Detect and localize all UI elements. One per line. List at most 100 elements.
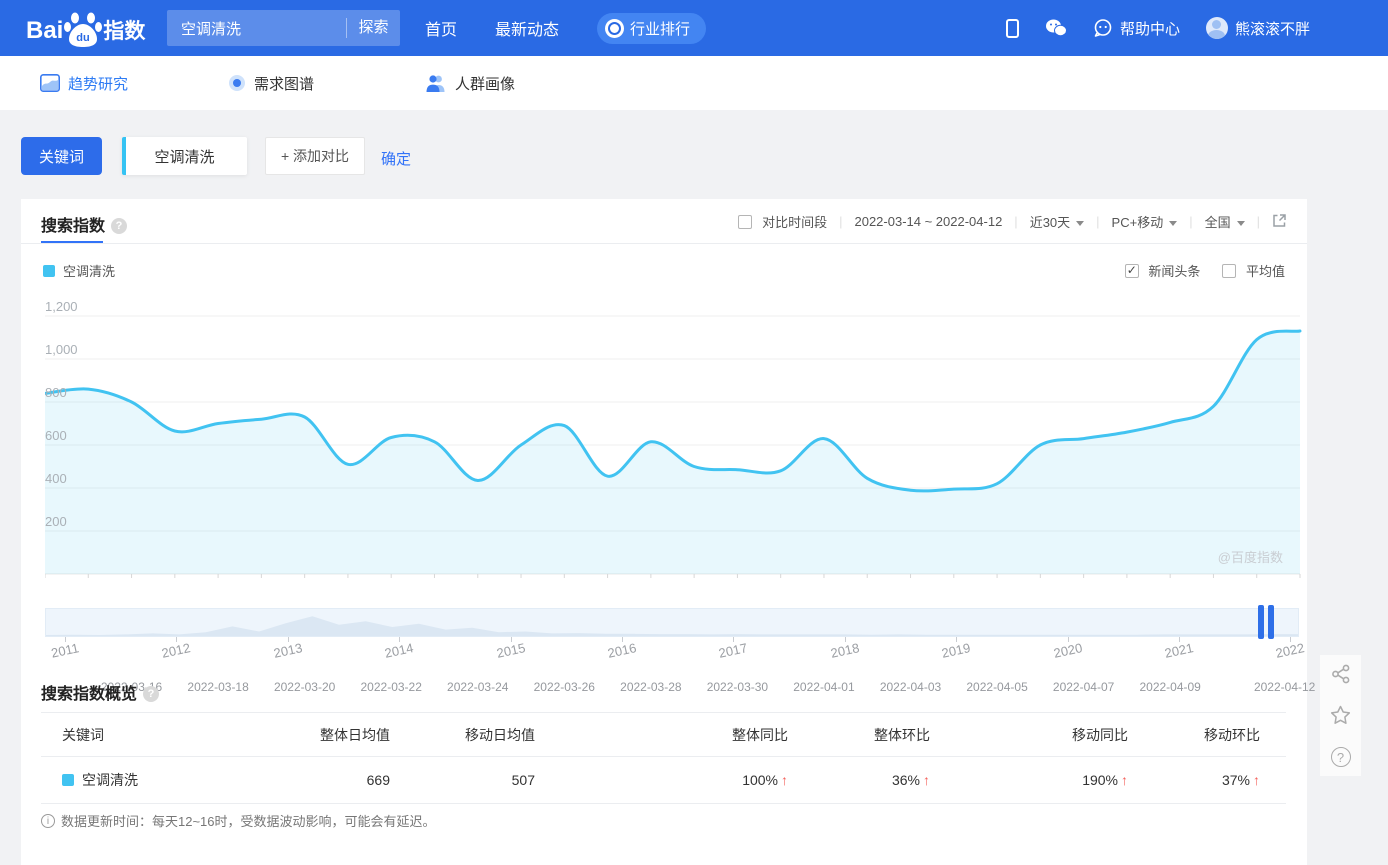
value-cell: 37% ↑ (1221, 772, 1260, 788)
nav-industry-rank-label: 行业排行 (630, 20, 691, 38)
phone-icon (1005, 18, 1019, 38)
share-icon (1331, 664, 1349, 684)
x-tick-label: 2022-04-09 (1139, 680, 1201, 694)
column-header: 移动日均值 (465, 726, 535, 743)
chevron-down-icon (1236, 221, 1245, 226)
timeline-year-label: 2020 (1051, 640, 1084, 661)
legend-color-swatch (43, 264, 55, 277)
top-header-bar: Bai du 指数 空调清洗 探索 首页 最新动态 行业排行 帮助中心 熊滚滚不… (0, 0, 1388, 56)
help-center-button[interactable]: 帮助中心 (1093, 18, 1180, 39)
keyword-cell: 空调清洗 (41, 770, 247, 790)
y-tick-label: 800 (45, 385, 67, 400)
table-row[interactable]: 空调清洗 669 507 100% ↑ 36% ↑ 190% ↑ 37% ↑ (41, 757, 1286, 804)
x-tick-label: 2022-04-12 (1253, 680, 1316, 694)
wechat-button[interactable] (1045, 19, 1067, 37)
overview-help-icon[interactable]: ? (143, 686, 160, 702)
timeline-year-label: 2011 (49, 640, 81, 661)
x-tick-label: 2022-03-30 (706, 680, 769, 694)
timeline-year-label: 2012 (160, 640, 193, 661)
baidu-paw-icon: du (64, 12, 103, 47)
search-box[interactable]: 空调清洗 探索 (167, 10, 400, 46)
column-header: 整体日均值 (320, 726, 390, 743)
help-center-label: 帮助中心 (1119, 20, 1180, 38)
timeline-spark-chart (46, 616, 1298, 636)
compare-period-checkbox[interactable]: 对比时间段 (738, 212, 827, 231)
column-header: 整体同比 (732, 726, 788, 743)
average-toggle[interactable]: 平均值 (1222, 261, 1285, 280)
y-tick-label: 1,200 (45, 299, 78, 314)
nav-home[interactable]: 首页 (425, 16, 457, 40)
period-dropdown[interactable]: 近30天 (1030, 212, 1085, 231)
separator: | (1014, 214, 1018, 229)
x-tick-label: 2022-04-05 (966, 680, 1028, 694)
logo-text-suffix: 指数 (103, 20, 146, 43)
device-dropdown[interactable]: PC+移动 (1112, 212, 1178, 231)
x-tick-label: 2022-03-22 (360, 680, 422, 694)
nav-industry-rank-button[interactable]: 行业排行 (597, 12, 707, 44)
search-index-panel: 搜索指数? 对比时间段 | 2022-03-14 ~ 2022-04-12 | … (21, 199, 1315, 865)
x-tick-label: 2022-04-07 (1052, 680, 1115, 694)
x-tick-label: 2022-03-26 (533, 680, 595, 694)
keyword-name: 空调清洗 (82, 772, 138, 788)
search-input[interactable]: 空调清洗 (167, 18, 346, 39)
user-account-button[interactable]: 熊滚滚不胖 (1205, 17, 1310, 39)
separator: | (1256, 214, 1260, 229)
username-label: 熊滚滚不胖 (1234, 20, 1310, 38)
news-checkbox-box[interactable] (1124, 263, 1139, 278)
compare-checkbox-box[interactable] (738, 215, 753, 229)
user-avatar-icon (1205, 17, 1228, 39)
timeline-zoom-band[interactable] (45, 608, 1299, 637)
timeline-year-label: 2017 (717, 640, 750, 661)
radar-circle-icon (229, 75, 245, 91)
tab-crowd-label: 人群画像 (455, 75, 516, 93)
value-cell: 100% ↑ (742, 772, 788, 788)
timeline-tick (1290, 637, 1292, 642)
title-help-icon[interactable]: ? (111, 218, 128, 234)
rank-badge-icon (605, 18, 625, 38)
timeline-tick (1067, 637, 1069, 642)
timeline-year-label: 2019 (940, 640, 972, 661)
people-icon (426, 75, 445, 92)
top-nav: 首页 最新动态 行业排行 (425, 0, 707, 56)
timeline-tick (733, 637, 735, 642)
trend-chart-icon (40, 74, 60, 92)
mobile-app-button[interactable] (1005, 18, 1019, 38)
up-arrow-icon: ↑ (1121, 772, 1128, 788)
value-cell: 36% ↑ (891, 772, 930, 788)
legend-keyword-label: 空调清洗 (63, 264, 116, 279)
trend-line-chart[interactable] (45, 299, 1303, 585)
tab-demand-graph[interactable]: 需求图谱 (228, 56, 314, 110)
export-button[interactable] (1272, 213, 1287, 231)
search-submit-button[interactable]: 探索 (346, 18, 400, 38)
x-tick-label: 2022-03-20 (273, 680, 336, 694)
info-icon: i (41, 813, 55, 828)
region-dropdown[interactable]: 全国 (1205, 212, 1245, 231)
tab-crowd-portrait[interactable]: 人群画像 (425, 56, 515, 110)
up-arrow-icon: ↑ (781, 772, 788, 788)
average-checkbox-box[interactable] (1222, 264, 1237, 278)
share-button[interactable] (1331, 664, 1351, 688)
keyword-type-button[interactable]: 关键词 (21, 137, 102, 175)
news-headline-toggle[interactable]: 新闻头条 (1124, 261, 1200, 280)
keyword-chip[interactable]: 空调清洗 (122, 137, 247, 175)
section-nav-bar: 趋势研究 需求图谱 人群画像 (0, 56, 1388, 110)
confirm-link[interactable]: 确定 (381, 148, 411, 169)
separator: | (839, 214, 843, 229)
zoom-handle-right[interactable] (1268, 605, 1274, 639)
zoom-handle-left[interactable] (1258, 605, 1264, 639)
timeline-year-label: 2014 (383, 640, 415, 661)
table-header-row: 关键词 整体日均值 移动日均值 整体同比 整体环比 移动同比 移动环比 (41, 712, 1286, 757)
overview-table: 关键词 整体日均值 移动日均值 整体同比 整体环比 移动同比 移动环比 空调清洗 669 507 1… (41, 712, 1286, 804)
add-compare-button[interactable]: + 添加对比 (265, 137, 365, 175)
chart-legend[interactable]: 空调清洗 (43, 261, 115, 280)
tab-trend-research[interactable]: 趋势研究 (40, 56, 128, 110)
logo-text-bai: Bai (26, 17, 64, 44)
x-tick-label: 2022-04-03 (879, 680, 942, 694)
column-header: 整体环比 (874, 726, 930, 743)
tab-demand-label: 需求图谱 (254, 75, 315, 93)
baidu-index-logo[interactable]: Bai du 指数 (26, 10, 145, 48)
favorite-button[interactable] (1330, 705, 1351, 729)
date-range-picker[interactable]: 2022-03-14 ~ 2022-04-12 (854, 214, 1002, 229)
help-button[interactable]: ? (1330, 747, 1351, 768)
nav-news[interactable]: 最新动态 (495, 16, 559, 40)
